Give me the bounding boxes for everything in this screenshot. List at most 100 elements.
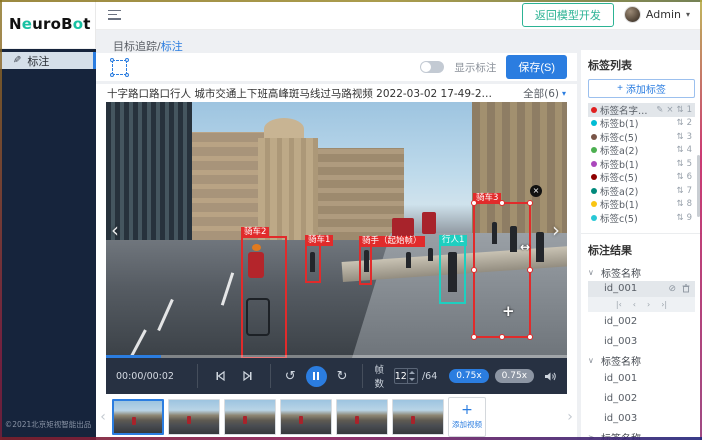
label-color-dot xyxy=(591,201,597,207)
scene-building xyxy=(264,118,304,140)
forward-10-icon[interactable]: ↻ xyxy=(337,369,348,384)
progress-fill xyxy=(106,355,161,358)
bbox-rider-startframe[interactable]: 骑手（起始帧） xyxy=(359,245,372,285)
label-row[interactable]: 标签a(2) ⇅4 xyxy=(588,144,695,158)
result-item[interactable]: id_002 xyxy=(588,389,695,409)
label-color-dot xyxy=(591,174,597,180)
hotkey-index: 3 xyxy=(687,132,692,142)
result-group-header[interactable]: ∨ 标签名称 xyxy=(588,352,695,369)
sort-icon[interactable]: ⇅ xyxy=(676,132,683,142)
bbox-pedestrian-1[interactable]: 行人1 xyxy=(439,244,466,304)
results-title: 标注结果 xyxy=(588,242,695,258)
label-color-dot xyxy=(591,161,597,167)
show-annotation-toggle[interactable] xyxy=(420,61,444,73)
trash-icon[interactable] xyxy=(682,284,690,293)
frame-number-input[interactable]: 12 xyxy=(394,368,418,384)
result-item[interactable]: id_003 xyxy=(588,332,695,352)
speed-pill-inactive[interactable]: 0.75x xyxy=(495,369,534,383)
delete-icon[interactable]: × xyxy=(666,105,673,115)
result-group-header[interactable]: > 标签名称 xyxy=(588,429,695,440)
sort-icon[interactable]: ⇅ xyxy=(676,213,683,223)
first-frame-icon[interactable]: |‹ xyxy=(616,300,622,309)
video-thumbnail-1[interactable] xyxy=(112,399,164,435)
label-row[interactable]: 标签b(1) ⇅2 xyxy=(588,117,695,131)
video-thumbnail-2[interactable] xyxy=(168,399,220,435)
result-item[interactable]: id_002 xyxy=(588,312,695,332)
pause-button[interactable] xyxy=(306,366,327,387)
last-frame-icon[interactable]: ›| xyxy=(661,300,667,309)
video-thumbnail-5[interactable] xyxy=(336,399,388,435)
sort-icon[interactable]: ⇅ xyxy=(676,199,683,209)
add-video-button[interactable]: + 添加视频 xyxy=(448,397,486,437)
video-canvas[interactable]: 骑车2 骑车1 骑手（起始帧） 行人1 骑车3 × xyxy=(106,102,567,358)
video-thumbnail-4[interactable] xyxy=(280,399,332,435)
label-row[interactable]: 标签b(1) ⇅5 xyxy=(588,157,695,171)
prev-frame-chevron[interactable]: ‹ xyxy=(111,218,119,242)
breadcrumb-parent[interactable]: 目标追踪 xyxy=(113,40,157,53)
sort-icon[interactable]: ⇅ xyxy=(676,186,683,196)
label-row[interactable]: 标签c(5) ⇅3 xyxy=(588,130,695,144)
bbox-rider-2[interactable]: 骑车2 xyxy=(241,236,287,358)
result-item-selected[interactable]: id_001 ⊘ xyxy=(588,281,695,297)
collapse-menu-icon[interactable] xyxy=(108,10,121,20)
result-item[interactable]: id_003 xyxy=(588,409,695,429)
sort-icon[interactable]: ⇅ xyxy=(676,145,683,155)
label-row[interactable]: 标签a(2) ⇅7 xyxy=(588,184,695,198)
frame-label: 帧数 xyxy=(374,362,389,390)
sort-icon[interactable]: ⇅ xyxy=(676,159,683,169)
video-thumbnail-3[interactable] xyxy=(224,399,276,435)
result-group-header[interactable]: ∨ 标签名称 xyxy=(588,264,695,281)
label-row[interactable]: 标签名字最长数... ✎ × ⇅ 1 xyxy=(588,103,695,117)
delete-box-button[interactable]: × xyxy=(530,185,542,197)
hotkey-index: 2 xyxy=(687,118,692,128)
thumbs-chevron-right[interactable]: › xyxy=(565,409,575,425)
save-button[interactable]: 保存(S) xyxy=(506,55,567,79)
skip-start-icon[interactable] xyxy=(214,370,226,382)
resize-handle[interactable] xyxy=(527,267,533,273)
user-menu[interactable]: Admin ▾ xyxy=(624,6,690,23)
rewind-10-icon[interactable]: ↺ xyxy=(285,369,296,384)
resize-handle[interactable] xyxy=(471,267,477,273)
bbox-rider-1[interactable]: 骑车1 xyxy=(305,244,321,283)
sidebar-item-annotate[interactable]: ✎ 标注 xyxy=(0,52,96,69)
video-thumbnail-6[interactable] xyxy=(392,399,444,435)
resize-handle[interactable] xyxy=(471,334,477,340)
prev-frame-icon[interactable]: ‹ xyxy=(633,300,636,309)
skip-end-icon[interactable] xyxy=(242,370,254,382)
filter-all-dropdown[interactable]: 全部(6) ▾ xyxy=(523,86,566,101)
scrollbar[interactable] xyxy=(697,155,700,217)
progress-bar[interactable] xyxy=(106,355,567,358)
resize-handle[interactable] xyxy=(527,200,533,206)
resize-handle[interactable] xyxy=(527,334,533,340)
resize-handle[interactable] xyxy=(471,200,477,206)
sort-icon[interactable]: ⇅ xyxy=(676,172,683,182)
sort-icon[interactable]: ⇅ xyxy=(676,118,683,128)
frame-decrement-button[interactable] xyxy=(408,376,417,383)
logo-part: t xyxy=(83,15,90,33)
back-to-model-dev-button[interactable]: 返回模型开发 xyxy=(522,3,614,27)
result-item[interactable]: id_001 xyxy=(588,369,695,389)
add-label-button[interactable]: + 添加标签 xyxy=(588,79,695,98)
caret-right-icon: > xyxy=(588,433,596,440)
resize-handle[interactable] xyxy=(499,334,505,340)
frame-increment-button[interactable] xyxy=(408,369,417,376)
thumbs-chevron-left[interactable]: ‹ xyxy=(98,409,108,425)
bbox-label: 骑手（起始帧） xyxy=(359,236,425,247)
next-frame-icon[interactable]: › xyxy=(647,300,650,309)
hotkey-index: 7 xyxy=(687,186,692,196)
label-row[interactable]: 标签c(5) ⇅6 xyxy=(588,171,695,185)
label-color-dot xyxy=(591,215,597,221)
label-color-dot xyxy=(591,134,597,140)
label-row[interactable]: 标签b(1) ⇅8 xyxy=(588,198,695,212)
label-row[interactable]: 标签c(5) ⇅9 xyxy=(588,211,695,225)
hotkey-index: 9 xyxy=(687,213,692,223)
sort-icon[interactable]: ⇅ xyxy=(676,105,683,115)
next-frame-chevron[interactable]: › xyxy=(552,218,560,242)
volume-icon[interactable] xyxy=(544,371,557,382)
hide-icon[interactable]: ⊘ xyxy=(668,284,676,294)
rect-select-tool-icon[interactable] xyxy=(112,60,127,75)
speed-pill-active[interactable]: 0.75x xyxy=(449,369,488,383)
resize-handle[interactable] xyxy=(499,200,505,206)
hotkey-index: 6 xyxy=(687,172,692,182)
edit-icon[interactable]: ✎ xyxy=(656,105,663,115)
